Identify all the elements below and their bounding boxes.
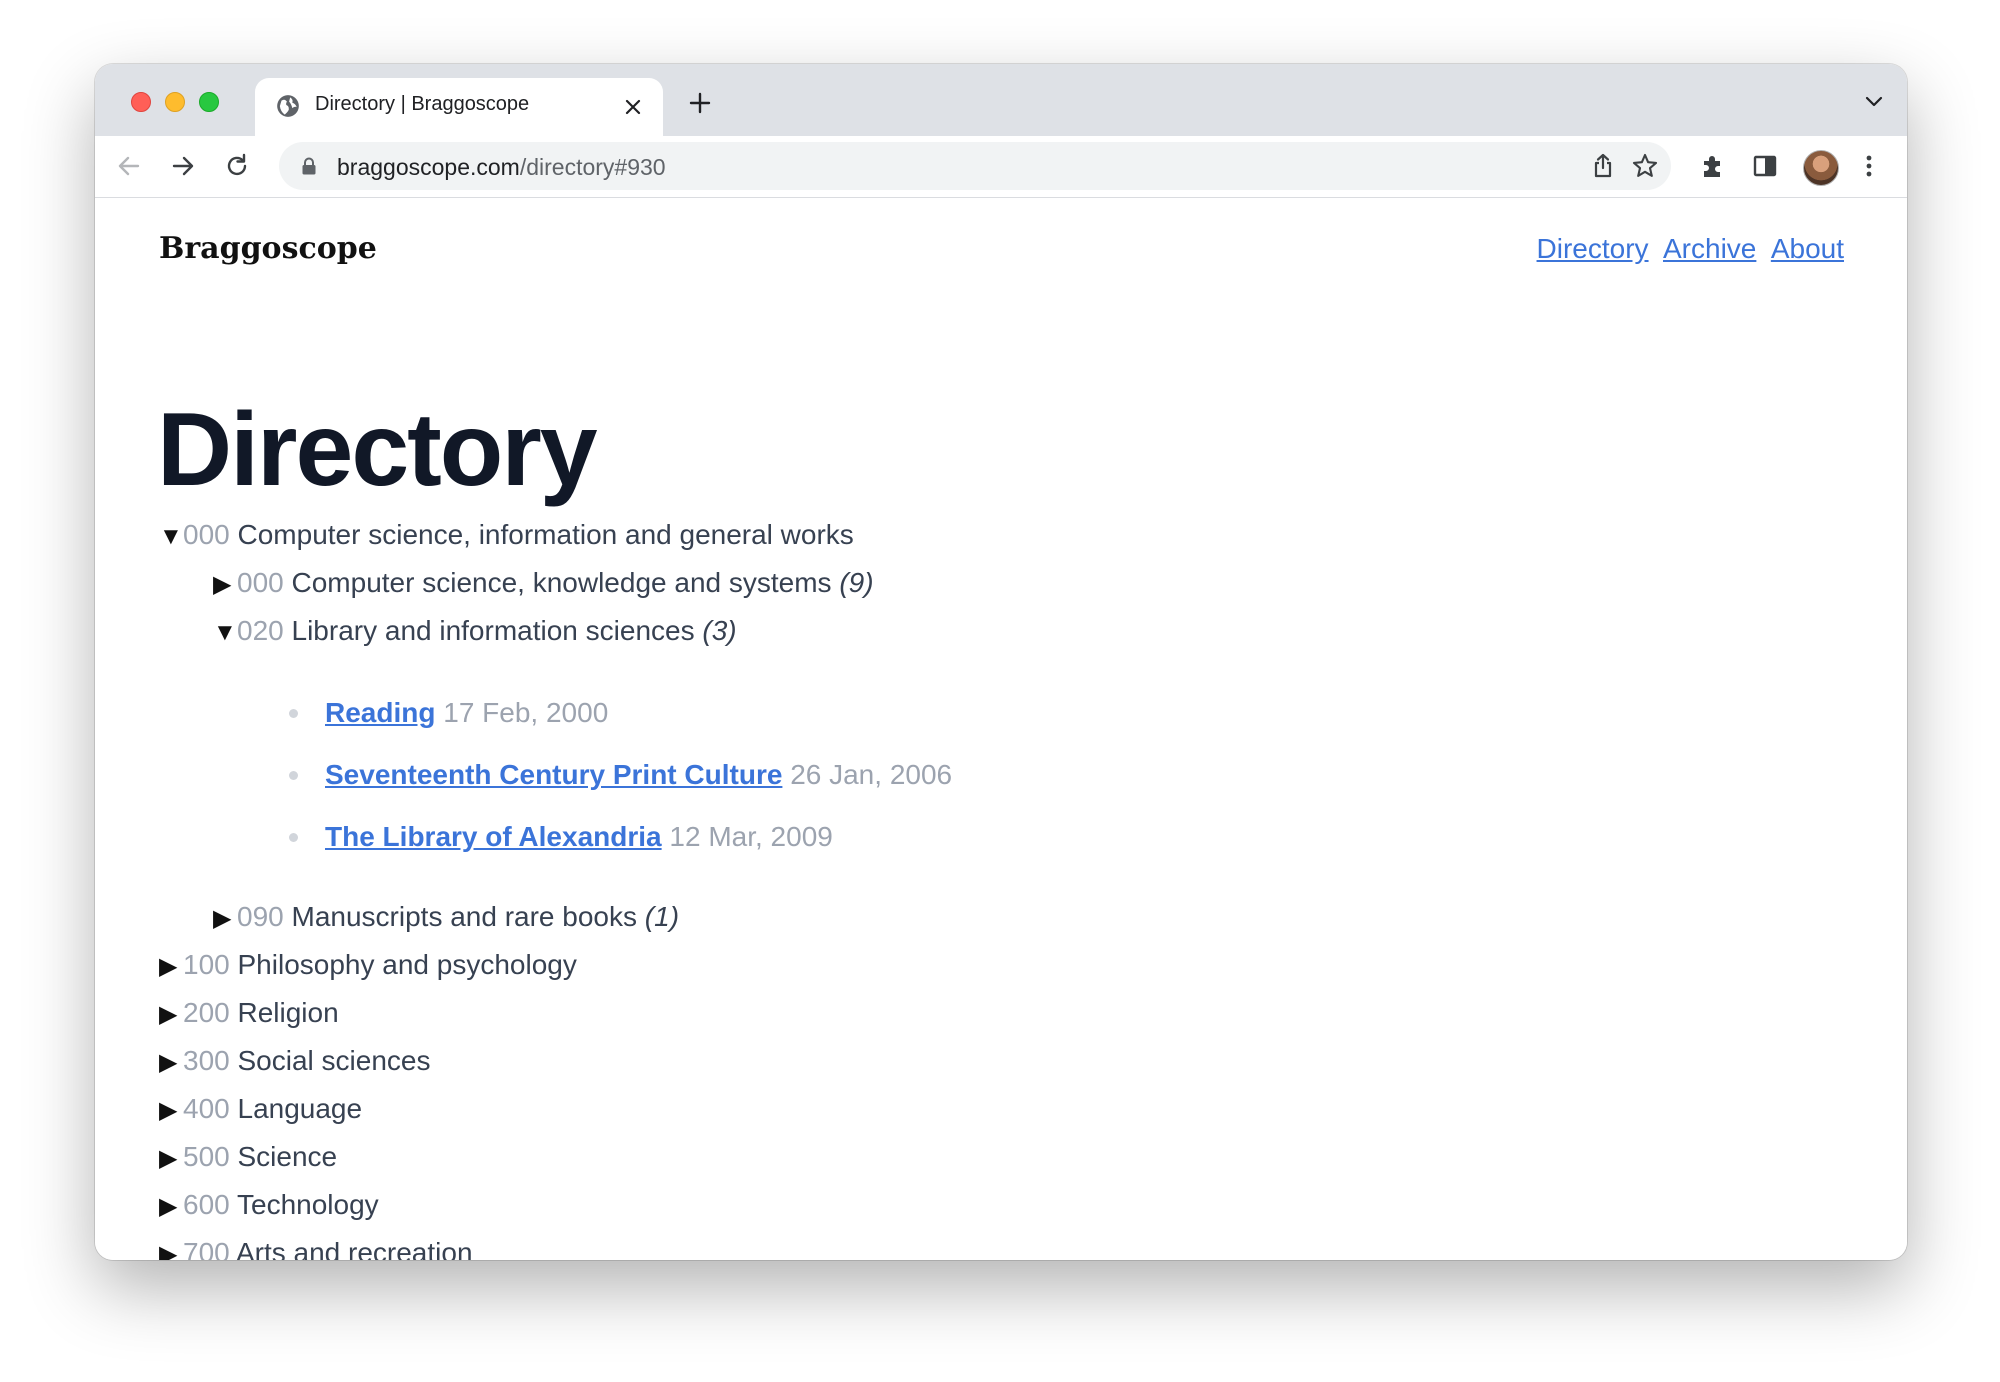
category-code: 000: [183, 519, 230, 550]
bullet: [289, 833, 298, 842]
category-label: Computer science, information and genera…: [237, 519, 854, 550]
category-label: Manuscripts and rare books: [291, 901, 638, 932]
page-content: Braggoscope Directory Archive About Dire…: [95, 199, 1907, 1260]
site-nav: Directory Archive About: [1527, 233, 1844, 265]
plus-icon[interactable]: [687, 90, 713, 116]
category-count: (1): [644, 901, 680, 932]
category-label: Language: [237, 1093, 363, 1124]
episode-date: 12 Mar, 2009: [669, 821, 833, 852]
episode-link[interactable]: Reading: [325, 697, 435, 728]
star-icon[interactable]: [1631, 152, 1659, 180]
triangle-right-icon[interactable]: ▶: [159, 1139, 183, 1179]
category-count: (3): [702, 615, 737, 646]
tree-item-020-library[interactable]: ▼020 Library and information sciences (3…: [213, 611, 737, 651]
address-bar[interactable]: braggoscope.com/directory#930: [279, 142, 1671, 190]
tree-item-600-technology[interactable]: ▶ 600 Technology: [159, 1185, 379, 1225]
tab-title: Directory | Braggoscope: [315, 93, 530, 115]
tree-item-000-computer-science[interactable]: ▶ 000 Computer science, knowledge and sys…: [213, 563, 874, 603]
globe-icon: [277, 95, 299, 117]
episode-date: 26 Jan, 2006: [790, 759, 953, 790]
nav-link-archive[interactable]: Archive: [1663, 233, 1756, 264]
bullet: [289, 771, 298, 780]
side-panel-icon[interactable]: [1751, 152, 1779, 180]
zoom-window-button[interactable]: [199, 92, 219, 112]
list-item: Seventeenth Century Print Culture 26 Jan…: [289, 755, 952, 795]
episode-link[interactable]: The Library of Alexandria: [325, 821, 662, 852]
category-code: 700: [183, 1237, 230, 1260]
url-path: /directory#930: [519, 154, 666, 180]
minimize-window-button[interactable]: [165, 92, 185, 112]
category-code: 000: [237, 567, 284, 598]
tab-directory[interactable]: Directory | Braggoscope: [255, 78, 663, 136]
category-code: 200: [183, 997, 230, 1028]
triangle-right-icon[interactable]: ▶: [213, 899, 237, 939]
category-label: Religion: [237, 997, 339, 1028]
category-label: Science: [237, 1141, 338, 1172]
category-code: 090: [237, 901, 284, 932]
category-label: Library and information sciences: [291, 615, 695, 646]
avatar[interactable]: [1803, 150, 1839, 186]
category-count: (9): [839, 567, 874, 598]
browser-window: Directory | Braggoscope braggoscope.com/…: [95, 64, 1907, 1260]
tree-item-000-general[interactable]: ▼000 Computer science, information and g…: [159, 515, 854, 555]
list-item: Reading 17 Feb, 2000: [289, 693, 608, 733]
triangle-right-icon[interactable]: ▶: [159, 1091, 183, 1131]
episode-date: 17 Feb, 2000: [443, 697, 609, 728]
category-code: 600: [183, 1189, 230, 1220]
triangle-right-icon[interactable]: ▶: [159, 995, 183, 1035]
triangle-right-icon[interactable]: ▶: [213, 565, 237, 605]
browser-toolbar: braggoscope.com/directory#930: [95, 136, 1907, 198]
tree-item-700-arts[interactable]: ▶ 700 Arts and recreation: [159, 1233, 473, 1260]
share-icon[interactable]: [1589, 152, 1617, 180]
forward-arrow-icon[interactable]: [169, 152, 197, 180]
back-arrow-icon[interactable]: [115, 152, 143, 180]
category-label: Computer science, knowledge and systems: [291, 567, 832, 598]
tree-item-400-language[interactable]: ▶ 400 Language: [159, 1089, 362, 1129]
tree-item-500-science[interactable]: ▶ 500 Science: [159, 1137, 337, 1177]
category-code: 100: [183, 949, 230, 980]
triangle-right-icon[interactable]: ▶: [159, 1235, 183, 1260]
category-code: 400: [183, 1093, 230, 1124]
category-code: 300: [183, 1045, 230, 1076]
lock-icon[interactable]: [301, 157, 317, 175]
more-vert-icon[interactable]: [1855, 152, 1883, 180]
close-icon[interactable]: [623, 97, 643, 117]
triangle-down-icon[interactable]: ▼: [159, 517, 183, 557]
reload-icon[interactable]: [223, 152, 251, 180]
tree-item-100-philosophy[interactable]: ▶ 100 Philosophy and psychology: [159, 945, 577, 985]
category-label: Philosophy and psychology: [237, 949, 577, 980]
tree-item-200-religion[interactable]: ▶ 200 Religion: [159, 993, 339, 1033]
url-text[interactable]: braggoscope.com/directory#930: [337, 154, 666, 181]
page-title: Directory: [157, 392, 598, 508]
tab-strip: Directory | Braggoscope: [95, 64, 1907, 136]
url-host: braggoscope.com: [337, 154, 520, 180]
triangle-right-icon[interactable]: ▶: [159, 1187, 183, 1227]
category-code: 500: [183, 1141, 230, 1172]
category-label: Technology: [237, 1189, 379, 1220]
nav-link-directory[interactable]: Directory: [1537, 233, 1649, 264]
site-title[interactable]: Braggoscope: [159, 231, 377, 266]
tree-item-300-social-sciences[interactable]: ▶ 300 Social sciences: [159, 1041, 430, 1081]
triangle-down-icon[interactable]: ▼: [213, 613, 237, 653]
category-label: Social sciences: [237, 1045, 431, 1076]
bullet: [289, 709, 298, 718]
category-label: Arts and recreation: [235, 1237, 473, 1260]
triangle-right-icon[interactable]: ▶: [159, 947, 183, 987]
puzzle-icon[interactable]: [1699, 152, 1727, 180]
chevron-down-icon[interactable]: [1863, 94, 1885, 110]
close-window-button[interactable]: [131, 92, 151, 112]
tree-item-090-manuscripts[interactable]: ▶ 090 Manuscripts and rare books (1): [213, 897, 679, 937]
episode-link[interactable]: Seventeenth Century Print Culture: [325, 759, 782, 790]
list-item: The Library of Alexandria 12 Mar, 2009: [289, 817, 833, 857]
nav-link-about[interactable]: About: [1771, 233, 1844, 264]
category-code: 020: [237, 615, 284, 646]
triangle-right-icon[interactable]: ▶: [159, 1043, 183, 1083]
